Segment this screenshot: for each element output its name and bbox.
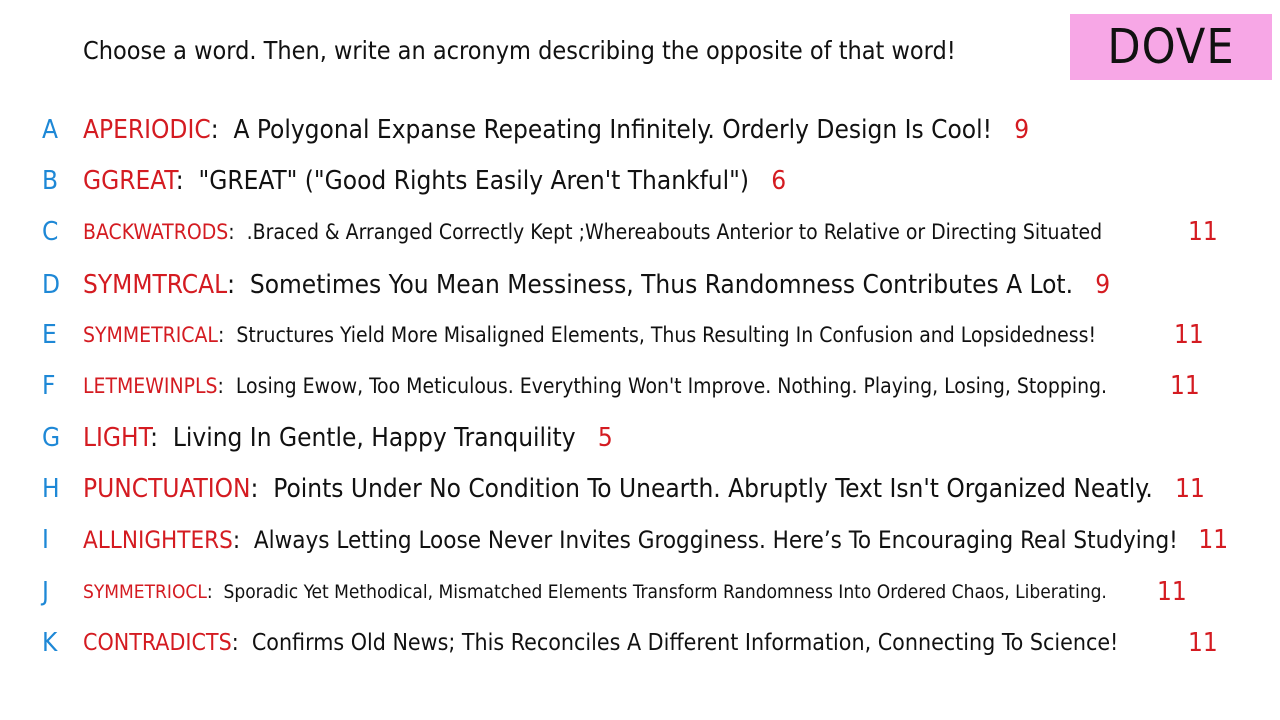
row-word: LIGHT bbox=[83, 423, 151, 453]
answer-badge: DOVE bbox=[1070, 14, 1272, 80]
row-word: LETMEWINPLS bbox=[83, 374, 218, 398]
row-word: SYMMTRCAL bbox=[83, 270, 228, 300]
row-description: Confirms Old News; This Reconciles A Dif… bbox=[251, 630, 1119, 656]
row-description: Sometimes You Mean Messiness, Thus Rando… bbox=[249, 270, 1074, 300]
row-letter-count: 5 bbox=[597, 423, 613, 453]
row-line: SYMMTRCAL: Sometimes You Mean Messiness,… bbox=[83, 270, 1111, 300]
row-line: APERIODIC: A Polygonal Expanse Repeating… bbox=[83, 115, 1030, 145]
row-description: Losing Ewow, Too Meticulous. Everything … bbox=[235, 374, 1108, 398]
row-word: ALLNIGHTERS bbox=[83, 526, 233, 554]
row-line: CONTRADICTS: Confirms Old News; This Rec… bbox=[83, 630, 1119, 656]
row-letter-count: 11 bbox=[1157, 577, 1187, 607]
row-word: PUNCTUATION bbox=[83, 474, 251, 504]
row-letter-count: 9 bbox=[1014, 115, 1030, 145]
row-description: Always Letting Loose Never Invites Grogg… bbox=[253, 526, 1178, 554]
acronym-row-e: E SYMMETRICAL: Structures Yield More Mis… bbox=[0, 319, 1280, 351]
prompt-text: Choose a word. Then, write an acronym de… bbox=[83, 36, 956, 65]
row-letter-count: 11 bbox=[1188, 217, 1218, 247]
acronym-row-c: C BACKWATRODS: .Braced & Arranged Correc… bbox=[0, 216, 1280, 248]
acronym-row-b: B GGREAT: "GREAT" ("Good Rights Easily A… bbox=[0, 163, 1280, 199]
row-line: GGREAT: "GREAT" ("Good Rights Easily Are… bbox=[83, 166, 787, 196]
row-word: BACKWATRODS bbox=[83, 220, 229, 244]
acronym-row-g: G LIGHT: Living In Gentle, Happy Tranqui… bbox=[0, 420, 1280, 456]
row-letter-count: 11 bbox=[1170, 371, 1200, 401]
row-letter: E bbox=[42, 320, 57, 350]
row-line: PUNCTUATION: Points Under No Condition T… bbox=[83, 474, 1205, 504]
row-line: LETMEWINPLS: Losing Ewow, Too Meticulous… bbox=[83, 374, 1108, 398]
row-word: SYMMETRICAL bbox=[83, 323, 218, 347]
row-letter: D bbox=[42, 270, 61, 300]
row-word: CONTRADICTS bbox=[83, 630, 232, 656]
row-letter: H bbox=[42, 474, 60, 504]
acronym-row-j: J SYMMETRIOCL: Sporadic Yet Methodical, … bbox=[0, 576, 1280, 608]
row-line: LIGHT: Living In Gentle, Happy Tranquili… bbox=[83, 423, 613, 453]
acronym-row-a: A APERIODIC: A Polygonal Expanse Repeati… bbox=[0, 112, 1280, 148]
row-letter: J bbox=[42, 577, 49, 607]
row-letter: G bbox=[42, 423, 61, 453]
row-line: BACKWATRODS: .Braced & Arranged Correctl… bbox=[83, 220, 1103, 244]
answer-badge-label: DOVE bbox=[1107, 19, 1235, 75]
row-letter-count: 11 bbox=[1175, 474, 1205, 504]
row-letter-count: 9 bbox=[1095, 270, 1111, 300]
row-description: Points Under No Condition To Unearth. Ab… bbox=[273, 474, 1153, 504]
acronym-row-i: I ALLNIGHTERS: Always Letting Loose Neve… bbox=[0, 523, 1280, 557]
row-letter-count: 11 bbox=[1188, 628, 1218, 658]
row-letter: F bbox=[42, 371, 56, 401]
row-letter: K bbox=[42, 628, 58, 658]
acronym-row-f: F LETMEWINPLS: Losing Ewow, Too Meticulo… bbox=[0, 370, 1280, 402]
row-description: A Polygonal Expanse Repeating Infinitely… bbox=[233, 115, 992, 145]
row-line: SYMMETRICAL: Structures Yield More Misal… bbox=[83, 323, 1097, 347]
row-letter-count: 6 bbox=[771, 166, 787, 196]
row-word: APERIODIC bbox=[83, 115, 211, 145]
row-description: Sporadic Yet Methodical, Mismatched Elem… bbox=[223, 581, 1107, 603]
row-line: ALLNIGHTERS: Always Letting Loose Never … bbox=[83, 525, 1229, 555]
row-letter: A bbox=[42, 115, 58, 145]
row-description: .Braced & Arranged Correctly Kept ;Where… bbox=[246, 220, 1103, 244]
row-description: Structures Yield More Misaligned Element… bbox=[236, 323, 1097, 347]
row-letter: C bbox=[42, 217, 59, 247]
row-description: "GREAT" ("Good Rights Easily Aren't Than… bbox=[198, 166, 750, 196]
row-letter-count: 11 bbox=[1174, 320, 1204, 350]
row-word: GGREAT bbox=[83, 166, 176, 196]
row-description: Living In Gentle, Happy Tranquility bbox=[172, 423, 576, 453]
row-line: SYMMETRIOCL: Sporadic Yet Methodical, Mi… bbox=[83, 581, 1107, 603]
acronym-row-d: D SYMMTRCAL: Sometimes You Mean Messines… bbox=[0, 267, 1280, 303]
row-letter: B bbox=[42, 166, 59, 196]
row-letter-count: 11 bbox=[1198, 525, 1229, 555]
row-letter: I bbox=[42, 525, 49, 555]
acronym-row-h: H PUNCTUATION: Points Under No Condition… bbox=[0, 471, 1280, 507]
acronym-row-k: K CONTRADICTS: Confirms Old News; This R… bbox=[0, 626, 1280, 660]
row-word: SYMMETRIOCL bbox=[83, 581, 207, 603]
